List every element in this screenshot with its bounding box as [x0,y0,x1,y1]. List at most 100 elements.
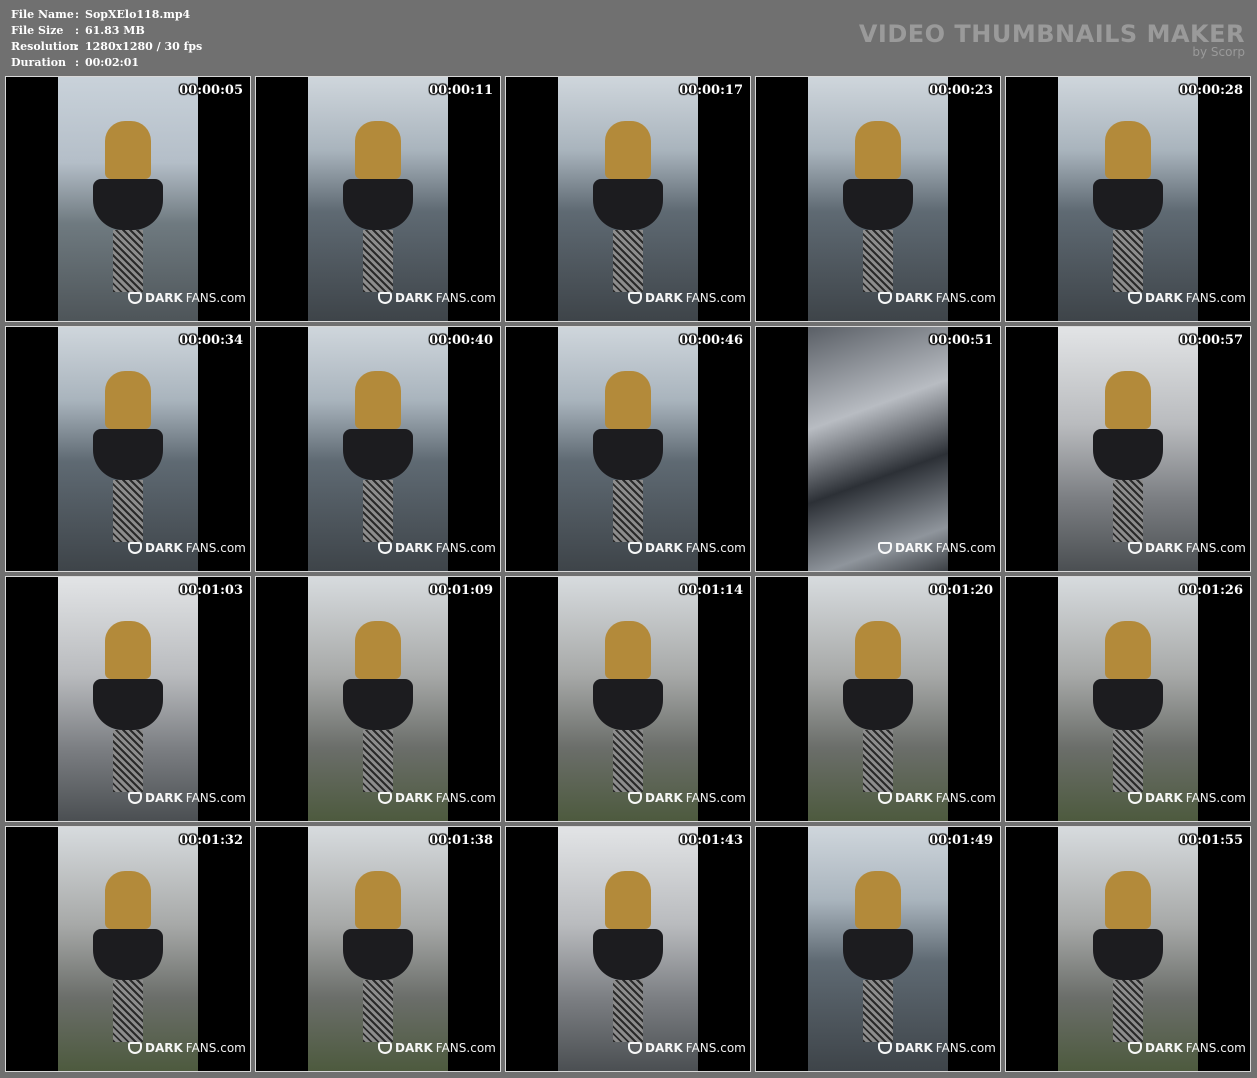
video-thumbnail: 00:00:28 DARK FANS.com [1005,76,1251,322]
watermark-text: FANS.com [435,541,496,555]
video-frame-image [808,77,948,321]
watermark: DARK FANS.com [128,291,246,305]
watermark-text-bold: DARK [645,1041,683,1055]
video-frame-image [558,327,698,571]
watermark-mask-icon [128,1042,142,1054]
watermark-text: FANS.com [185,291,246,305]
person-figure [593,870,663,1042]
person-figure [1093,620,1163,792]
person-figure [1093,370,1163,542]
watermark-text-bold: DARK [145,291,183,305]
person-figure [843,870,913,1042]
watermark-mask-icon [1128,292,1142,304]
video-frame-image [308,577,448,821]
video-frame-image [58,327,198,571]
watermark: DARK FANS.com [878,1041,996,1055]
timestamp: 00:01:09 [429,583,493,598]
watermark-text: FANS.com [1185,791,1246,805]
watermark-mask-icon [878,792,892,804]
video-thumbnail: 00:01:49 DARK FANS.com [755,826,1001,1072]
person-figure [343,370,413,542]
watermark: DARK FANS.com [878,791,996,805]
person-figure [1093,870,1163,1042]
info-value: 00:02:01 [85,56,140,69]
watermark-text-bold: DARK [645,291,683,305]
watermark-mask-icon [628,292,642,304]
person-figure [343,120,413,292]
video-thumbnail: 00:01:38 DARK FANS.com [255,826,501,1072]
video-frame-image [308,327,448,571]
video-frame-image [1058,577,1198,821]
video-frame-image [58,577,198,821]
info-label: Resolution [11,40,78,53]
timestamp: 00:00:40 [429,333,493,348]
video-thumbnail: 00:01:43 DARK FANS.com [505,826,751,1072]
timestamp: 00:00:17 [679,83,743,98]
watermark-text: FANS.com [435,291,496,305]
watermark-text-bold: DARK [895,541,933,555]
timestamp: 00:01:43 [679,833,743,848]
person-figure [93,870,163,1042]
video-frame-image [1058,327,1198,571]
watermark-text: FANS.com [435,791,496,805]
video-frame-image [558,77,698,321]
watermark: DARK FANS.com [628,291,746,305]
brand-logo: VIDEO THUMBNAILS MAKER by Scorp [859,20,1245,58]
video-thumbnail: 00:00:51 DARK FANS.com [755,326,1001,572]
watermark-text: FANS.com [935,541,996,555]
watermark-text-bold: DARK [895,291,933,305]
watermark-text: FANS.com [935,1041,996,1055]
watermark-text: FANS.com [685,291,746,305]
timestamp: 00:01:20 [929,583,993,598]
watermark-text-bold: DARK [145,541,183,555]
info-value: 61.83 MB [85,24,145,37]
watermark-mask-icon [378,1042,392,1054]
info-separator: : [75,56,80,69]
video-frame-image [808,577,948,821]
thumbnail-grid: 00:00:05 DARK FANS.com 00:00:11 DARK FANS.com… [5,76,1251,1072]
timestamp: 00:00:57 [1179,333,1243,348]
person-figure [1093,120,1163,292]
person-figure [843,120,913,292]
watermark-text: FANS.com [1185,541,1246,555]
video-thumbnail: 00:00:17 DARK FANS.com [505,76,751,322]
video-frame-image [308,77,448,321]
watermark-text-bold: DARK [645,541,683,555]
watermark-mask-icon [1128,1042,1142,1054]
watermark-text-bold: DARK [395,791,433,805]
info-value: 1280x1280 / 30 fps [85,40,203,53]
watermark-text-bold: DARK [1145,541,1183,555]
video-thumbnail: 00:01:20 DARK FANS.com [755,576,1001,822]
video-thumbnail: 00:01:55 DARK FANS.com [1005,826,1251,1072]
video-frame-image [558,577,698,821]
timestamp: 00:00:23 [929,83,993,98]
info-value: SopXElo118.mp4 [85,8,191,21]
video-thumbnail: 00:00:05 DARK FANS.com [5,76,251,322]
info-label: Duration [11,56,67,69]
info-row-file-size: File Size : 61.83 MB [11,23,202,39]
watermark: DARK FANS.com [1128,791,1246,805]
info-separator: : [75,40,80,53]
watermark: DARK FANS.com [628,541,746,555]
brand-title: VIDEO THUMBNAILS MAKER [858,20,1245,48]
timestamp: 00:00:34 [179,333,243,348]
watermark: DARK FANS.com [1128,1041,1246,1055]
watermark: DARK FANS.com [378,1041,496,1055]
watermark: DARK FANS.com [378,791,496,805]
watermark-text-bold: DARK [1145,1041,1183,1055]
video-frame-image [808,327,948,571]
person-figure [343,870,413,1042]
person-figure [593,120,663,292]
watermark-mask-icon [628,542,642,554]
watermark-text-bold: DARK [395,291,433,305]
timestamp: 00:01:14 [679,583,743,598]
info-row-duration: Duration : 00:02:01 [11,55,202,71]
watermark-mask-icon [378,792,392,804]
watermark-text-bold: DARK [145,791,183,805]
watermark-mask-icon [878,1042,892,1054]
watermark-mask-icon [878,292,892,304]
watermark-mask-icon [128,792,142,804]
watermark-text: FANS.com [185,1041,246,1055]
watermark: DARK FANS.com [128,791,246,805]
watermark-text-bold: DARK [645,791,683,805]
